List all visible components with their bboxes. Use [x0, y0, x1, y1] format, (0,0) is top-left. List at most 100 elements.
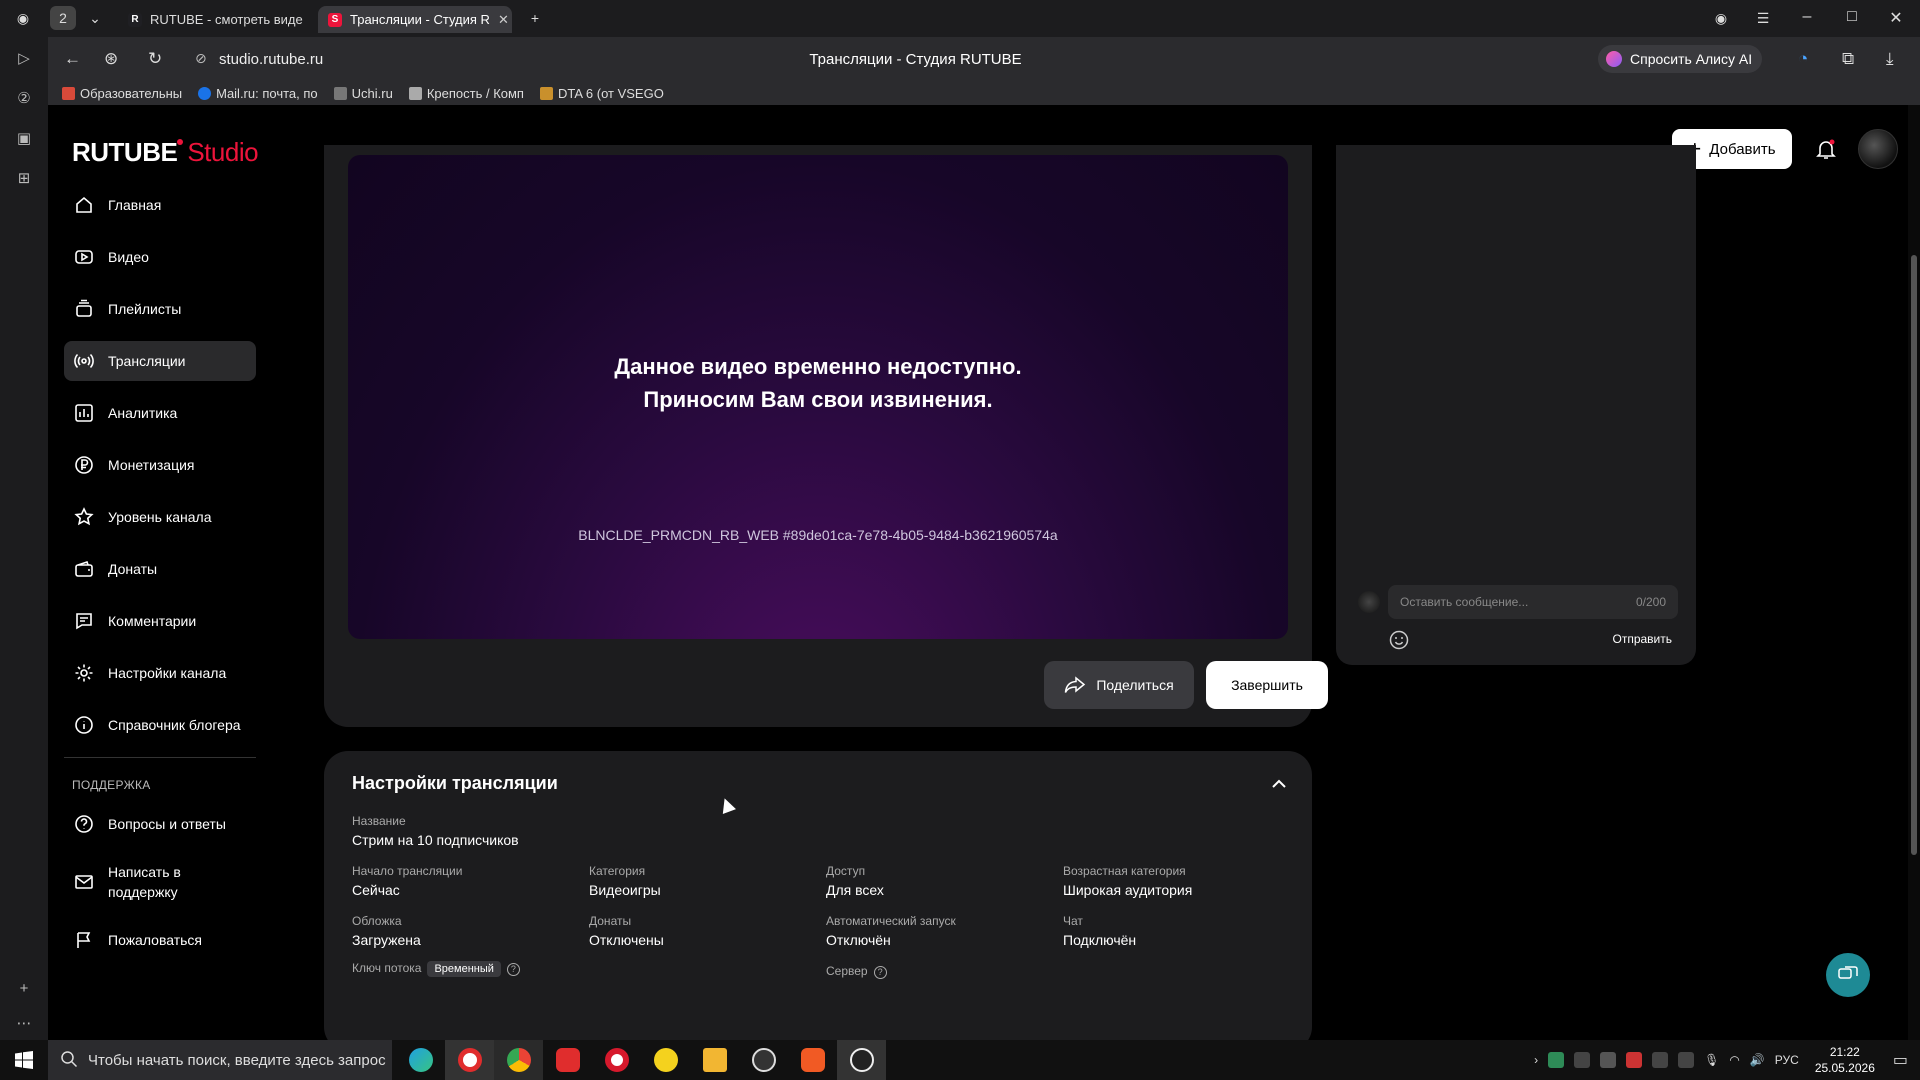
page-scrollbar[interactable] — [1908, 105, 1920, 1040]
sidebar-item-broadcasts[interactable]: Трансляции — [64, 341, 256, 381]
tray-app-icon[interactable] — [1652, 1052, 1669, 1068]
apps-grid-icon[interactable]: ⊞ — [13, 167, 35, 189]
field-server: Сервер? — [826, 964, 887, 979]
sidebar-item-donations[interactable]: Донаты — [64, 549, 256, 589]
sidebar-item-report[interactable]: Пожаловаться — [64, 920, 256, 960]
sidebar-divider — [64, 757, 256, 758]
sidebar-item-analytics[interactable]: Аналитика — [64, 393, 256, 433]
taskbar-app-obs[interactable] — [837, 1040, 886, 1080]
close-tab-icon[interactable]: ✕ — [498, 12, 509, 28]
url-field[interactable]: ⊘ studio.rutube.ru Трансляции - Студия R… — [183, 45, 1678, 73]
sidebar-item-label: Пожаловаться — [108, 932, 203, 948]
add-panel-icon[interactable]: + — [13, 977, 35, 999]
sidebar-item-label: Комментарии — [108, 613, 197, 629]
question-icon — [74, 814, 94, 834]
sidebar-item-channel-settings[interactable]: Настройки канала — [64, 653, 256, 693]
help-icon[interactable]: ? — [873, 966, 887, 979]
bookmark-item[interactable]: Образовательны — [62, 86, 182, 101]
address-bar: ← ⊛ ↻ ⊘ studio.rutube.ru Трансляции - Ст… — [48, 37, 1920, 81]
back-icon[interactable]: ← — [64, 49, 81, 69]
emoji-icon[interactable] — [1388, 629, 1410, 651]
network-icon[interactable]: ◠ — [1729, 1053, 1739, 1067]
tabs-icon[interactable]: ② — [13, 87, 35, 109]
bookmark-item[interactable]: Крепость / Комп — [408, 86, 524, 101]
tab-rutube[interactable]: R RUTUBE - смотреть виде — [118, 6, 308, 33]
shield-icon[interactable]: ⊛ — [104, 49, 118, 69]
help-icon[interactable]: ? — [506, 963, 520, 976]
translate-icon[interactable]: ◔ — [1798, 49, 1808, 69]
taskbar-app-edge[interactable] — [396, 1040, 445, 1080]
tab-studio[interactable]: S Трансляции - Студия R ✕ — [318, 6, 512, 33]
collections-icon[interactable]: ⧉ — [1842, 49, 1854, 69]
send-button[interactable]: Отправить — [1612, 632, 1672, 646]
tray-app-icon[interactable] — [1678, 1052, 1695, 1068]
bookmark-label: Образовательны — [80, 85, 183, 101]
tray-overflow-icon[interactable]: › — [1534, 1053, 1538, 1067]
opera-icon — [604, 1048, 629, 1072]
bookmark-item[interactable]: Uchi.ru — [333, 86, 393, 101]
tab-count-badge[interactable]: 2 — [50, 6, 76, 30]
sidebar-item-video[interactable]: Видео — [64, 237, 256, 277]
sidebar-item-contact-support[interactable]: Написать в поддержку — [64, 856, 256, 908]
logo-main: RUTUBE — [72, 137, 178, 167]
taskbar-app-yellow[interactable] — [641, 1040, 690, 1080]
new-tab-icon[interactable]: + — [522, 6, 548, 30]
clock[interactable]: 21:22 25.05.2026 — [1815, 1044, 1875, 1076]
bell-icon[interactable] — [1814, 137, 1838, 161]
browser-profile-icon[interactable]: ◉ — [10, 6, 36, 30]
sidebar-item-channel-level[interactable]: Уровень канала — [64, 497, 256, 537]
tabs-dropdown-icon[interactable]: ⌄ — [82, 6, 108, 30]
account-icon[interactable]: ◉ — [1708, 6, 1734, 30]
rutube-studio-logo[interactable]: RUTUBE Studio — [72, 137, 259, 168]
sidebar-item-label: Трансляции — [108, 353, 186, 369]
start-button[interactable] — [0, 1040, 48, 1080]
taskbar-app-brave[interactable] — [788, 1040, 837, 1080]
taskbar-app-yandex-browser[interactable] — [445, 1040, 494, 1080]
minimize-icon[interactable]: – — [1797, 8, 1817, 26]
finish-button[interactable]: Завершить — [1206, 661, 1328, 709]
play-icon[interactable]: ▷ — [13, 47, 35, 69]
bookmark-item[interactable]: DTA 6 (от VSEGO — [539, 85, 664, 101]
reload-icon[interactable]: ↻ — [148, 49, 162, 69]
bookmark-item[interactable]: Mail.ru: почта, по — [198, 86, 318, 101]
sidebar-item-blogger-guide[interactable]: Справочник блогера — [64, 705, 256, 745]
sidebar-item-monetization[interactable]: Монетизация — [64, 445, 256, 485]
taskbar-app-steam[interactable] — [739, 1040, 788, 1080]
taskbar-app-yandex[interactable] — [543, 1040, 592, 1080]
chat-message-input[interactable]: Оставить сообщение... 0/200 — [1388, 585, 1678, 619]
bookmark-label: DTA 6 (от VSEGO — [557, 85, 664, 101]
taskbar-app-opera[interactable] — [592, 1040, 641, 1080]
tray-app-icon[interactable] — [1574, 1052, 1591, 1068]
maximize-icon[interactable]: □ — [1842, 8, 1862, 26]
chevron-up-icon[interactable] — [1270, 775, 1288, 793]
avatar[interactable] — [1858, 129, 1898, 169]
field-value: Загружена — [352, 932, 421, 948]
mic-icon[interactable]: 🎙 — [1704, 1053, 1719, 1067]
sidebar-item-home[interactable]: Главная — [64, 185, 256, 225]
more-icon[interactable]: ⋯ — [13, 1012, 35, 1034]
download-icon[interactable]: ⤓ — [1886, 49, 1894, 69]
language-indicator[interactable]: РУС — [1775, 1053, 1799, 1067]
close-window-icon[interactable]: ✕ — [1886, 8, 1906, 28]
tray-app-icon[interactable] — [1600, 1052, 1617, 1068]
sidebar-item-playlists[interactable]: Плейлисты — [64, 289, 256, 329]
support-chat-button[interactable] — [1826, 953, 1870, 997]
taskbar-app-explorer[interactable] — [690, 1040, 739, 1080]
sidebar-item-comments[interactable]: Комментарии — [64, 601, 256, 641]
screenshot-icon[interactable]: ▣ — [13, 127, 35, 149]
tray-yandex-icon[interactable] — [1626, 1052, 1643, 1068]
volume-icon[interactable]: 🔊 — [1750, 1053, 1765, 1067]
notifications-icon[interactable]: ▭ — [1893, 1050, 1908, 1070]
taskbar-search[interactable]: Чтобы начать поиск, введите здесь запрос — [48, 1040, 392, 1080]
tray-app-icon[interactable] — [1548, 1052, 1565, 1068]
video-player[interactable]: Данное видео временно недоступно. Принос… — [348, 155, 1288, 639]
sidebar-item-faq[interactable]: Вопросы и ответы — [64, 804, 256, 844]
scrollbar-thumb[interactable] — [1911, 255, 1917, 855]
message-line-2: Приносим Вам свои извинения. — [643, 387, 993, 412]
share-button[interactable]: Поделиться — [1044, 661, 1194, 709]
taskbar-app-chrome[interactable] — [494, 1040, 543, 1080]
site-info-icon[interactable]: ⊘ — [195, 50, 207, 67]
menu-icon[interactable]: ☰ — [1750, 6, 1776, 30]
ask-alice-button[interactable]: Спросить Алису AI — [1598, 45, 1763, 73]
logo-dot — [177, 139, 184, 145]
